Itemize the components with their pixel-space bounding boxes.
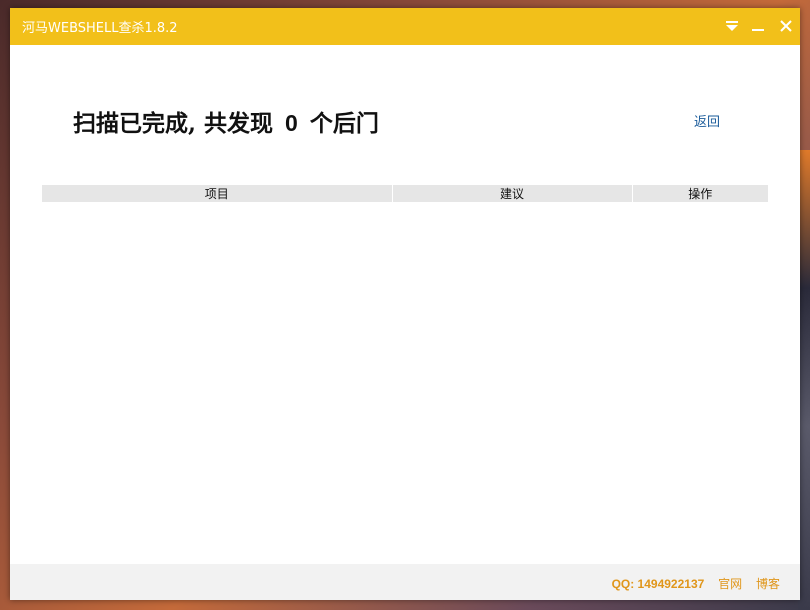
close-button[interactable]	[774, 14, 798, 38]
results-table: 项目 建议 操作	[42, 185, 768, 202]
minimize-icon	[752, 29, 764, 31]
menu-dropdown-button[interactable]	[720, 14, 744, 38]
heading-suffix: 个后门	[309, 110, 379, 137]
minimize-button[interactable]	[746, 14, 770, 38]
menu-dropdown-icon	[726, 21, 738, 31]
title-bar[interactable]: 河马WEBSHELL查杀1.8.2	[10, 8, 800, 45]
footer-bar: QQ: 1494922137 官网 博客	[10, 564, 800, 600]
official-site-link[interactable]: 官网	[718, 577, 742, 591]
table-header-row: 项目 建议 操作	[42, 185, 768, 202]
back-link[interactable]: 返回	[694, 111, 720, 130]
backdoor-count: 0	[285, 110, 298, 136]
close-icon	[780, 20, 792, 32]
window-title: 河马WEBSHELL查杀1.8.2	[22, 21, 178, 36]
footer-links: QQ: 1494922137 官网 博客	[602, 575, 780, 592]
column-header-suggestion[interactable]: 建议	[392, 185, 633, 202]
qq-contact: QQ: 1494922137	[611, 577, 705, 591]
app-window: 河马WEBSHELL查杀1.8.2 扫描已完成, 共发现 0 个后门 返回 项目…	[10, 8, 800, 600]
column-header-item[interactable]: 项目	[42, 185, 393, 202]
blog-link[interactable]: 博客	[756, 577, 780, 591]
column-header-action[interactable]: 操作	[632, 185, 768, 202]
scan-result-heading: 扫描已完成, 共发现 0 个后门	[73, 104, 379, 138]
heading-prefix: 扫描已完成, 共发现	[73, 110, 274, 137]
